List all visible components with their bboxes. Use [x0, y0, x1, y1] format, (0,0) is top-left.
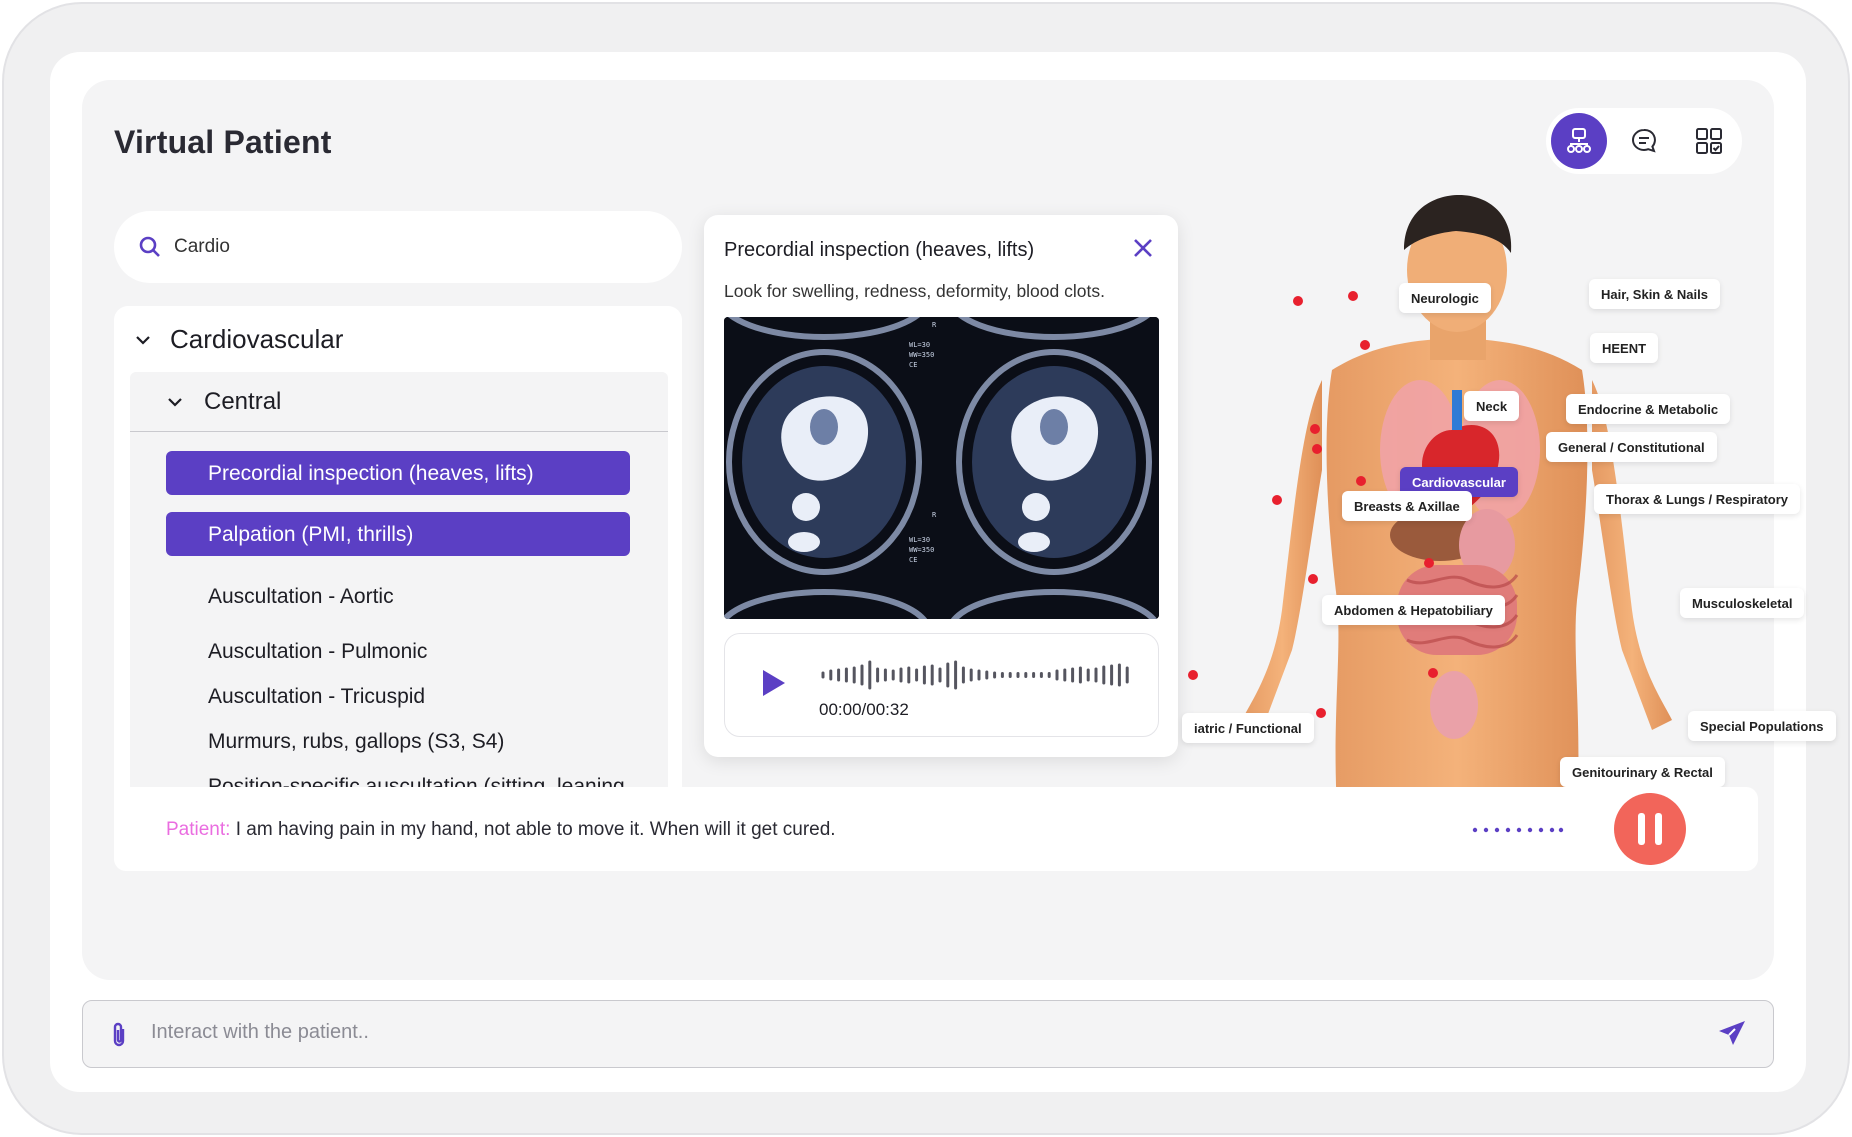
- typing-indicator-icon: [1472, 827, 1564, 833]
- body-tag-hair-skin-nails[interactable]: Hair, Skin & Nails: [1589, 279, 1720, 309]
- pause-icon: [1638, 813, 1662, 845]
- exam-tree: Cardiovascular Central Precordial inspec…: [114, 306, 682, 836]
- body-tag-thorax-lungs[interactable]: Thorax & Lungs / Respiratory: [1594, 484, 1801, 514]
- body-map-view-button[interactable]: [1551, 113, 1607, 169]
- chevron-down-icon: [136, 335, 150, 345]
- close-icon: [1134, 239, 1152, 257]
- body-tag-heent[interactable]: HEENT: [1590, 333, 1659, 363]
- body-tag-abdomen[interactable]: Abdomen & Hepatobiliary: [1322, 595, 1505, 625]
- tree-subcategory-label: Central: [204, 387, 282, 415]
- message-composer: [82, 1000, 1774, 1068]
- body-map: Neurologic Hair, Skin & Nails HEENT Neck…: [1182, 190, 1836, 808]
- play-icon: [763, 670, 785, 696]
- body-map-icon: [1567, 128, 1591, 153]
- main-panel: Virtual Patient Cardio Cardiovascular Ce…: [82, 80, 1836, 980]
- marker-hair-skin[interactable]: [1348, 291, 1358, 301]
- audio-time: 00:00/00:32: [819, 700, 909, 719]
- body-tag-special-populations[interactable]: Special Populations: [1688, 711, 1836, 741]
- search-icon: [139, 236, 160, 257]
- marker-special-populations[interactable]: [1428, 668, 1438, 678]
- tree-item-auscultation-aortic[interactable]: Auscultation - Aortic: [166, 582, 636, 611]
- close-button[interactable]: [1132, 237, 1154, 264]
- pause-button[interactable]: [1614, 793, 1686, 865]
- detail-card: Precordial inspection (heaves, lifts) Lo…: [704, 215, 1178, 757]
- message-input[interactable]: [151, 1021, 1651, 1044]
- body-tag-neck[interactable]: Neck: [1464, 391, 1520, 421]
- tree-subcategory-central[interactable]: Central: [130, 372, 668, 432]
- tree-item-palpation[interactable]: Palpation (PMI, thrills): [166, 512, 630, 556]
- detail-title: Precordial inspection (heaves, lifts): [724, 239, 1035, 261]
- svg-text:WL=30: WL=30: [909, 341, 930, 349]
- marker-neurologic[interactable]: [1293, 296, 1303, 306]
- chevron-down-icon: [168, 397, 182, 407]
- svg-text:WW=350: WW=350: [909, 351, 934, 359]
- paperclip-icon: [113, 1022, 125, 1047]
- chat-view-button[interactable]: [1616, 113, 1672, 169]
- body-tag-neurologic[interactable]: Neurologic: [1399, 283, 1491, 313]
- audio-player: 00:00/00:32: [724, 633, 1159, 737]
- chat-bubble-icon: [1632, 128, 1656, 153]
- conversation-bar: Patient: I am having pain in my hand, no…: [114, 787, 1758, 871]
- body-tag-functional[interactable]: iatric / Functional: [1182, 713, 1314, 743]
- marker-musculoskeletal[interactable]: [1424, 558, 1434, 568]
- body-tag-endocrine[interactable]: Endocrine & Metabolic: [1566, 394, 1731, 424]
- tree-category-cardiovascular[interactable]: Cardiovascular: [134, 324, 343, 355]
- send-button[interactable]: [1717, 1019, 1747, 1054]
- svg-text:CE: CE: [909, 556, 917, 564]
- app-screen: Virtual Patient Cardio Cardiovascular Ce…: [50, 52, 1836, 1092]
- search-bar: [114, 211, 682, 283]
- tree-category-label: Cardiovascular: [170, 324, 344, 354]
- body-tag-genitourinary[interactable]: Genitourinary & Rectal: [1560, 757, 1725, 787]
- marker-general[interactable]: [1310, 424, 1320, 434]
- marker-cardiovascular[interactable]: [1312, 444, 1322, 454]
- svg-text:WL=30: WL=30: [909, 536, 930, 544]
- patient-message: Patient: I am having pain in my hand, no…: [166, 819, 836, 841]
- marker-breasts[interactable]: [1272, 495, 1282, 505]
- marker-heent[interactable]: [1360, 340, 1370, 350]
- body-tag-general[interactable]: General / Constitutional: [1546, 432, 1717, 462]
- detail-description: Look for swelling, redness, deformity, b…: [724, 281, 1105, 301]
- audio-waveform[interactable]: [819, 658, 1139, 692]
- ct-scan-image: WL=30 WW=350 CE WL=30 WW=350 CE RR: [724, 317, 1159, 619]
- send-icon: [1719, 1021, 1745, 1045]
- device-frame: Virtual Patient Cardio Cardiovascular Ce…: [2, 2, 1850, 1135]
- speaker-label: Patient:: [166, 819, 231, 840]
- tree-item-auscultation-tricuspid[interactable]: Auscultation - Tricuspid: [166, 682, 636, 711]
- message-text: I am having pain in my hand, not able to…: [235, 819, 836, 840]
- body-tag-breasts[interactable]: Breasts & Axillae: [1342, 491, 1472, 521]
- search-input[interactable]: [174, 236, 634, 258]
- marker-functional[interactable]: [1188, 670, 1198, 680]
- page-title: Virtual Patient: [114, 124, 332, 160]
- tree-subgroup: Central Precordial inspection (heaves, l…: [130, 372, 668, 836]
- grid-check-icon: [1696, 128, 1722, 154]
- view-toggle: [1546, 108, 1742, 174]
- tree-item-auscultation-pulmonic[interactable]: Auscultation - Pulmonic: [166, 637, 636, 666]
- grid-view-button[interactable]: [1681, 113, 1737, 169]
- tree-item-precordial-inspection[interactable]: Precordial inspection (heaves, lifts): [166, 451, 630, 495]
- attach-button[interactable]: [109, 1021, 129, 1054]
- svg-text:WW=350: WW=350: [909, 546, 934, 554]
- body-tag-musculoskeletal[interactable]: Musculoskeletal: [1680, 588, 1805, 618]
- svg-text:CE: CE: [909, 361, 917, 369]
- tree-item-murmurs[interactable]: Murmurs, rubs, gallops (S3, S4): [166, 727, 636, 756]
- play-button[interactable]: [761, 668, 787, 703]
- marker-thorax[interactable]: [1356, 476, 1366, 486]
- marker-genitourinary[interactable]: [1316, 708, 1326, 718]
- marker-abdomen[interactable]: [1308, 574, 1318, 584]
